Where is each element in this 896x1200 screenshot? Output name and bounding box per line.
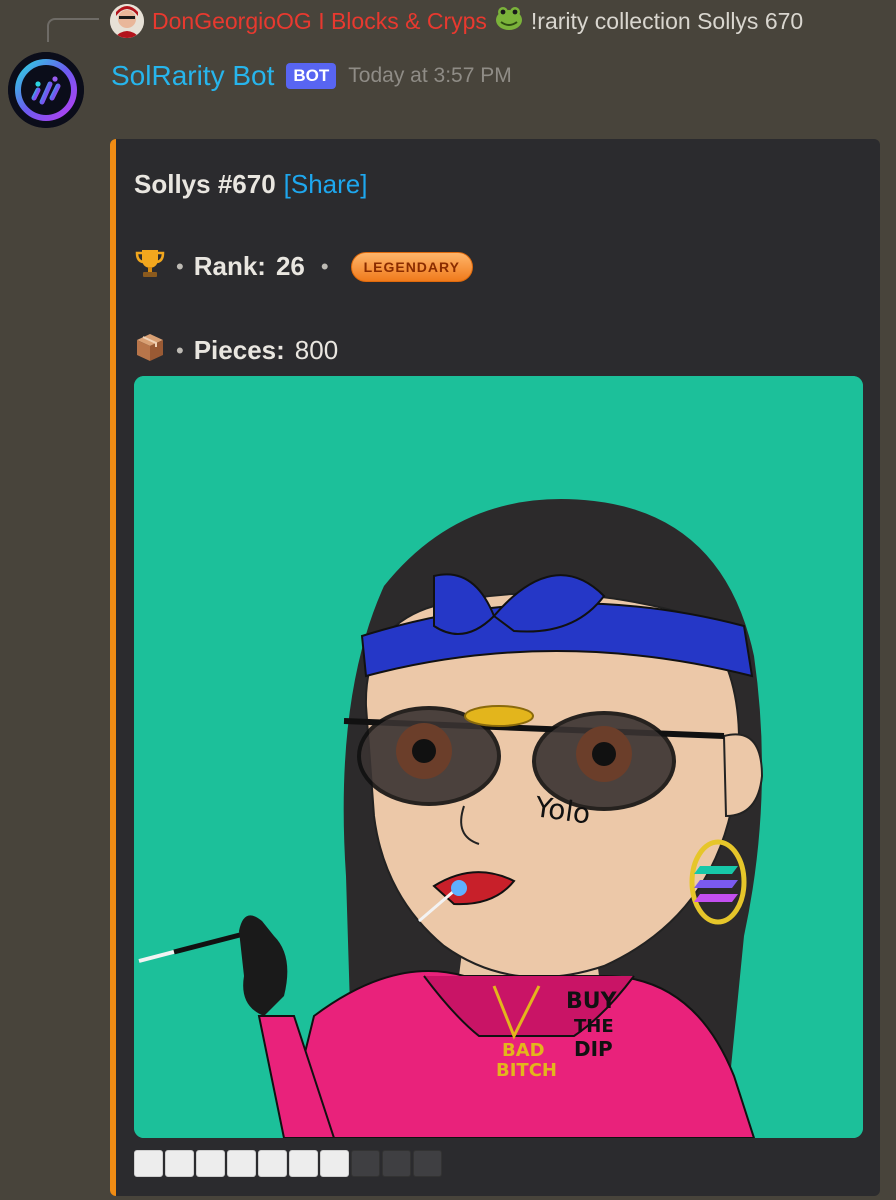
message-header: SolRarity Bot BOT Today at 3:57 PM <box>111 56 512 96</box>
package-icon <box>134 331 166 370</box>
rarity-block-filled <box>134 1150 163 1177</box>
pieces-value: 800 <box>294 335 339 365</box>
hoodie-text-line1: BUY <box>566 989 618 1014</box>
embed-accent-bar <box>110 139 116 1196</box>
rank-value: 26 <box>275 251 305 281</box>
rarity-badge: LEGENDARY <box>350 251 473 282</box>
rarity-block-filled <box>227 1150 256 1177</box>
rank-label: Rank: <box>193 251 266 281</box>
pieces-label: Pieces: <box>193 335 285 365</box>
chain-text-line1: BAD <box>502 1040 545 1061</box>
rarity-block-filled <box>165 1150 194 1177</box>
hoodie-text-line2: THE <box>574 1016 614 1037</box>
rarity-block-empty <box>413 1150 442 1177</box>
rarity-block-empty <box>351 1150 380 1177</box>
solana-logo <box>694 866 738 902</box>
separator-dot: • <box>176 337 184 363</box>
message-timestamp[interactable]: Today at 3:57 PM <box>348 64 511 88</box>
hoodie-text-line3: DIP <box>574 1037 613 1061</box>
gold-bee <box>464 705 534 727</box>
embed-title: Sollys #670 [Share] <box>134 169 367 200</box>
rarity-block-filled <box>196 1150 225 1177</box>
rarity-bar <box>134 1150 442 1177</box>
bot-username[interactable]: SolRarity Bot <box>111 60 274 92</box>
trophy-icon <box>134 247 166 286</box>
frog-icon <box>495 5 523 37</box>
rarity-block-filled <box>320 1150 349 1177</box>
reply-content[interactable]: !rarity collection Sollys 670 <box>531 8 803 35</box>
chain-text-line2: BITCH <box>496 1060 557 1081</box>
rarity-block-filled <box>289 1150 318 1177</box>
bot-tag: BOT <box>286 63 337 89</box>
bot-avatar[interactable] <box>8 52 84 128</box>
rarity-block-empty <box>382 1150 411 1177</box>
nft-image[interactable]: Yolo BAD BITCH BUY THE DIP <box>134 376 863 1138</box>
pieces-field: • Pieces: 800 <box>134 331 338 370</box>
rank-field: • Rank: 26 • LEGENDARY <box>134 247 473 286</box>
reply-spine <box>47 18 99 42</box>
nft-title: Sollys #670 <box>134 169 276 199</box>
separator-dot: • <box>320 253 329 279</box>
rarity-embed: Sollys #670 [Share] • Rank: 26 • LEGENDAR… <box>110 139 880 1196</box>
share-link[interactable]: [Share] <box>284 169 368 199</box>
reply-author[interactable]: DonGeorgioOG I Blocks & Cryps <box>152 8 487 35</box>
reply-avatar[interactable] <box>110 4 144 38</box>
reply-reference[interactable]: DonGeorgioOG I Blocks & Cryps !rarity co… <box>110 4 803 38</box>
rarity-block-filled <box>258 1150 287 1177</box>
separator-dot: • <box>176 253 184 279</box>
